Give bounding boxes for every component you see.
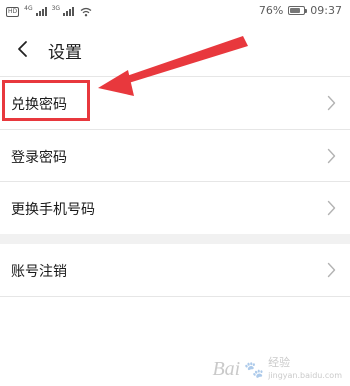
paw-logo-icon: 🐾 xyxy=(244,360,265,379)
chevron-right-icon xyxy=(327,262,336,278)
settings-screen: HD 4G 3G 76% 09:37 设置 兑换密码 登录密码 更换手机号码 账… xyxy=(0,0,350,386)
header-bar: 设置 xyxy=(0,22,350,76)
page-title: 设置 xyxy=(48,43,82,63)
signal-icon-2 xyxy=(63,7,75,16)
list-item-exchange-password[interactable]: 兑换密码 xyxy=(0,77,350,129)
list-item-delete-account[interactable]: 账号注销 xyxy=(0,244,350,296)
status-bar: HD 4G 3G 76% 09:37 xyxy=(0,0,350,22)
baidu-watermark: Bai 🐾 经验 jingyan.baidu.com xyxy=(212,357,342,382)
list-item-label: 兑换密码 xyxy=(11,97,67,113)
watermark-brand-suffix: 经验 xyxy=(268,356,291,369)
list-item-login-password[interactable]: 登录密码 xyxy=(0,130,350,182)
divider xyxy=(0,296,350,297)
chevron-right-icon xyxy=(327,148,336,164)
status-left: HD 4G 3G xyxy=(6,5,92,18)
signal-icon-1 xyxy=(35,7,47,16)
battery-percent: 76% xyxy=(258,4,284,17)
wifi-icon xyxy=(80,7,92,16)
section-separator xyxy=(0,234,350,244)
status-right: 76% 09:37 xyxy=(259,4,342,17)
list-item-change-phone[interactable]: 更换手机号码 xyxy=(0,182,350,234)
clock: 09:37 xyxy=(310,4,342,17)
battery-icon xyxy=(288,6,308,15)
chevron-right-icon xyxy=(327,200,336,216)
network-type-1: 4G xyxy=(24,5,33,12)
watermark-brand: Bai xyxy=(212,358,241,380)
chevron-left-icon[interactable] xyxy=(14,40,32,58)
watermark-url: jingyan.baidu.com xyxy=(268,371,342,380)
list-item-label: 更换手机号码 xyxy=(11,202,95,218)
list-item-label: 账号注销 xyxy=(11,264,67,280)
network-type-2: 3G xyxy=(51,5,61,12)
watermark-text: 经验 jingyan.baidu.com xyxy=(268,357,342,382)
chevron-right-icon xyxy=(327,95,336,111)
hd-badge: HD xyxy=(6,6,20,17)
battery-fill xyxy=(290,8,301,13)
list-item-label: 登录密码 xyxy=(11,150,67,166)
